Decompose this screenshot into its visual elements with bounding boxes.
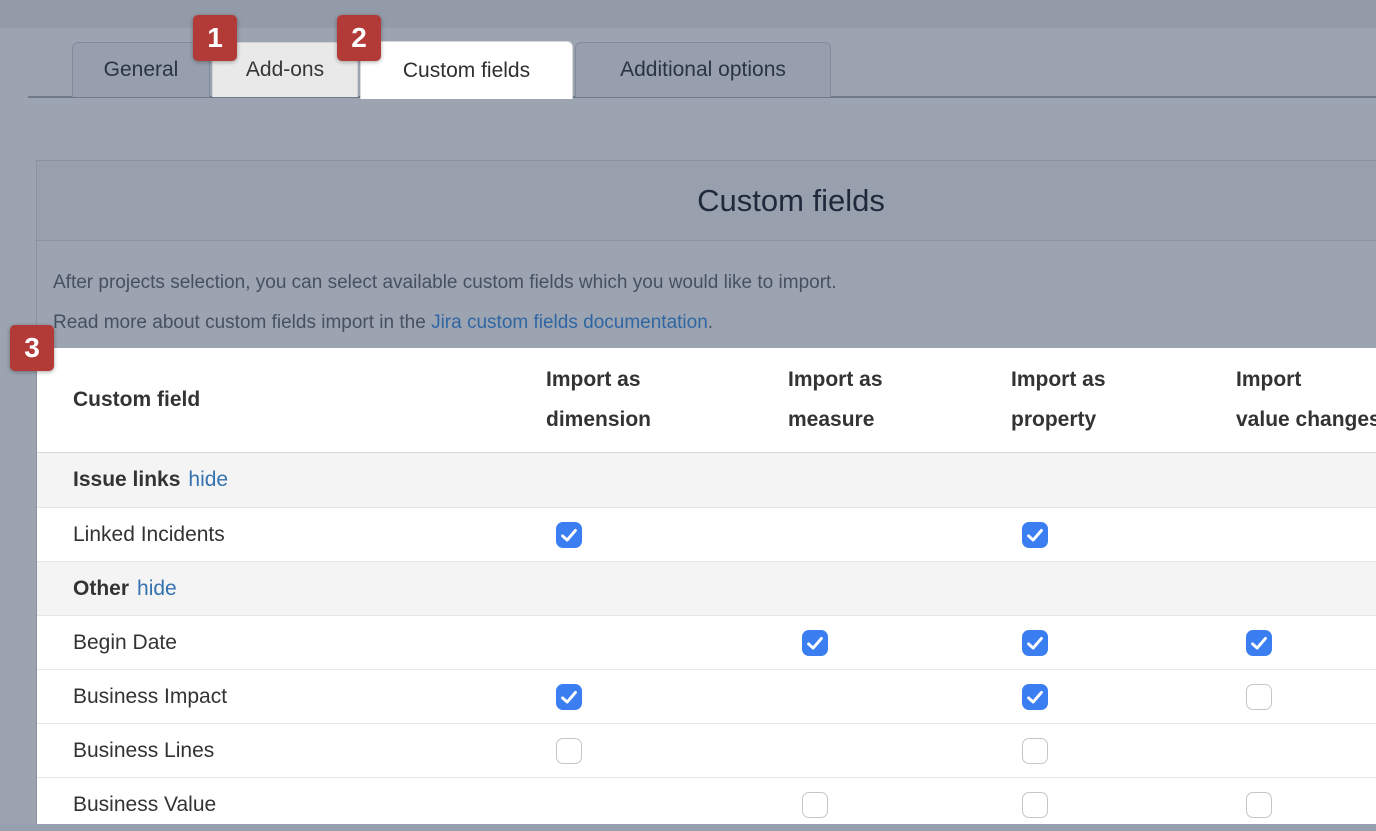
row-label: Business Lines	[73, 739, 214, 763]
row-label: Business Value	[73, 793, 216, 817]
description-line-2-text: Read more about custom fields import in …	[53, 312, 431, 333]
tab-custom-fields[interactable]: Custom fields	[360, 41, 573, 99]
row-label: Begin Date	[73, 631, 177, 655]
custom-fields-panel: Custom fields After projects selection, …	[36, 160, 1376, 824]
custom-fields-table: Custom field Import as dimension Import …	[37, 348, 1376, 824]
annotation-badge-1: 1	[193, 15, 237, 61]
group-row: Otherhide	[37, 561, 1376, 615]
description-line-2-period: .	[708, 312, 713, 333]
row-label: Linked Incidents	[73, 523, 225, 547]
column-header-import-value-changes: Import value changes	[1236, 360, 1376, 440]
annotation-badge-3: 3	[10, 325, 54, 371]
field-row: Business Impact	[37, 669, 1376, 723]
checkbox-import-as-property-checked[interactable]	[1022, 630, 1048, 656]
field-row: Business Lines	[37, 723, 1376, 777]
hide-link[interactable]: hide	[137, 577, 177, 600]
column-header-import-as-property: Import as property	[1011, 360, 1186, 440]
field-row: Linked Incidents	[37, 507, 1376, 561]
jira-docs-link[interactable]: Jira custom fields documentation	[431, 312, 708, 333]
checkbox-import-as-property-checked[interactable]	[1022, 522, 1048, 548]
checkbox-import-as-dimension-unchecked[interactable]	[556, 738, 582, 764]
checkbox-import-as-property-unchecked[interactable]	[1022, 792, 1048, 818]
description-line-1: After projects selection, you can select…	[53, 263, 1376, 303]
row-label: Issue linkshide	[73, 468, 228, 492]
field-row: Begin Date	[37, 615, 1376, 669]
tab-general[interactable]: General	[72, 42, 210, 97]
panel-header: Custom fields	[37, 161, 1376, 241]
column-header-import-as-dimension: Import as dimension	[546, 360, 721, 440]
annotation-badge-2: 2	[337, 15, 381, 61]
bottom-strip	[0, 824, 1376, 831]
checkbox-import-as-dimension-checked[interactable]	[556, 684, 582, 710]
table-header-row: Custom field Import as dimension Import …	[37, 348, 1376, 453]
panel-description: After projects selection, you can select…	[37, 241, 1376, 348]
checkbox-import-as-value-changes-unchecked[interactable]	[1246, 792, 1272, 818]
panel-title: Custom fields	[697, 183, 885, 219]
field-row: Business Value	[37, 777, 1376, 831]
column-header-custom-field: Custom field	[73, 380, 493, 420]
hide-link[interactable]: hide	[188, 468, 228, 491]
column-header-import-as-measure: Import as measure	[788, 360, 963, 440]
checkbox-import-as-dimension-checked[interactable]	[556, 522, 582, 548]
table-body: Issue linkshide Linked Incidents Otherhide…	[37, 453, 1376, 831]
description-line-2: Read more about custom fields import in …	[53, 303, 1376, 343]
checkbox-import-as-value-changes-unchecked[interactable]	[1246, 684, 1272, 710]
checkbox-import-as-property-checked[interactable]	[1022, 684, 1048, 710]
row-label: Business Impact	[73, 685, 227, 709]
tab-additional-options[interactable]: Additional options	[575, 42, 831, 97]
checkbox-import-as-measure-unchecked[interactable]	[802, 792, 828, 818]
checkbox-import-as-measure-checked[interactable]	[802, 630, 828, 656]
checkbox-import-as-value-changes-checked[interactable]	[1246, 630, 1272, 656]
group-row: Issue linkshide	[37, 453, 1376, 507]
row-label: Otherhide	[73, 577, 177, 601]
checkbox-import-as-property-unchecked[interactable]	[1022, 738, 1048, 764]
tab-bar: General Add-ons Custom fields Additional…	[72, 42, 831, 99]
